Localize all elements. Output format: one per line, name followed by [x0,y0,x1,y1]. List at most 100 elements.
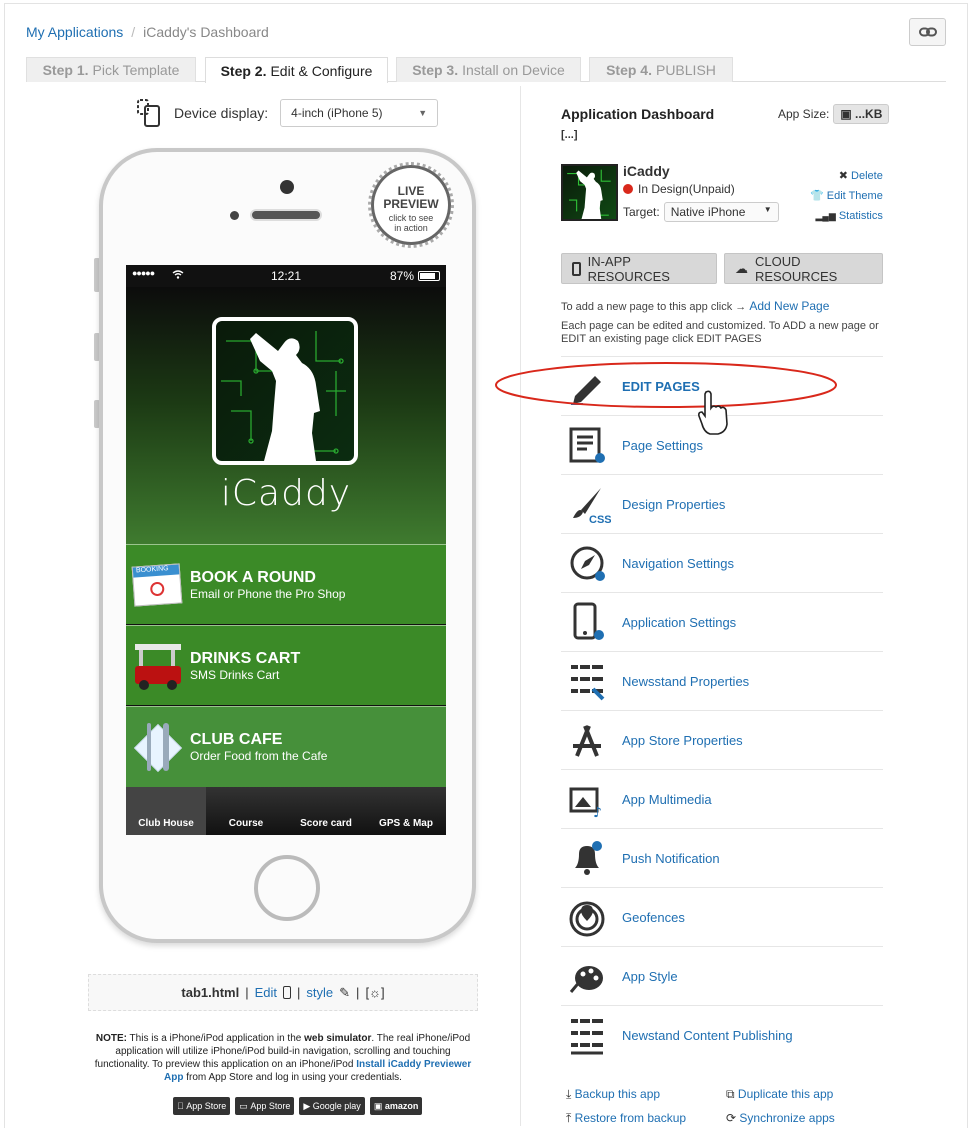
breadcrumb: My Applications / iCaddy's Dashboard [26,24,269,40]
svg-text:♪: ♪ [593,805,602,819]
menu-push-notification[interactable]: Push Notification [561,828,883,887]
app-tab-gps-map[interactable]: GPS & Map [366,787,446,835]
simulator-note: NOTE: This is a iPhone/iPod application … [94,1033,472,1083]
newsstand-icon [567,659,617,703]
app-size-label: App Size: [778,107,830,121]
app-info: iCaddy In Design(Unpaid) Target: Native i… [623,163,779,222]
live-preview-badge[interactable]: LIVE PREVIEW click to see in action [368,162,454,248]
help-text: To add a new page to this app click → Ad… [561,300,883,346]
phone-status-bar: ●●●●● 12:21 87% [126,265,446,287]
app-row-drinks-cart[interactable]: DRINKS CART SMS Drinks Cart [126,625,446,705]
live-preview-line3: click to see [388,213,434,223]
dashboard-title: Application Dashboard [561,106,715,122]
style-link[interactable]: style [306,985,333,1000]
menu-app-style[interactable]: App Style [561,946,883,1005]
phone-sensor [230,211,239,220]
menu-geofences[interactable]: Geofences [561,887,883,946]
app-tab-club-house[interactable]: Club House [126,787,206,835]
menu-navigation-settings[interactable]: Navigation Settings [561,533,883,592]
restore-backup-link[interactable]: Restore from backup [575,1111,686,1125]
calendar-icon: BOOKING [131,559,183,611]
app-hero: iCaddy [126,287,446,544]
dashboard-expand[interactable]: [...] [561,129,578,141]
golfer-silhouette-icon [567,169,611,219]
booking-label: BOOKING [132,564,180,578]
app-store-badge[interactable]:  App Store [173,1097,231,1115]
share-link-button[interactable] [909,18,946,46]
device-select[interactable]: 4-inch (iPhone 5) ▼ [280,99,439,127]
device-display-label: Device display: [174,105,269,121]
row-title: BOOK A ROUND [190,569,316,586]
menu-design-properties[interactable]: CSS Design Properties [561,474,883,533]
column-divider [520,86,521,1126]
app-store-badge-2[interactable]: ▭ App Store [235,1097,295,1115]
menu-app-multimedia[interactable]: ♪ App Multimedia [561,769,883,828]
highlight-ellipse [495,362,837,408]
newsstand-content-icon [567,1013,617,1057]
row-subtitle: Order Food from the Cafe [190,749,328,763]
tab-step-1[interactable]: Step 1. Pick Template [26,57,196,82]
separator: | [356,985,360,1000]
live-preview-line4: in action [394,223,428,233]
help-text-2: Each page can be edited and customized. … [561,320,879,345]
phone-camera [280,180,294,194]
tab-step-4[interactable]: Step 4. PUBLISH [589,57,733,82]
row-subtitle: Email or Phone the Pro Shop [190,587,346,601]
svg-text:CSS: CSS [589,514,611,524]
edit-file-link[interactable]: Edit [255,985,277,1000]
app-thumbnail [561,164,618,221]
google-play-badge[interactable]: ▶ Google play [299,1097,365,1115]
target-select[interactable]: Native iPhone ▼ [663,202,779,222]
live-preview-line2: PREVIEW [383,197,439,211]
dashboard-menu: EDIT PAGES Page Settings CSS Design Prope… [561,356,883,1064]
app-row-club-cafe[interactable]: CLUB CAFE Order Food from the Cafe [126,706,446,787]
close-icon: ✖ [838,170,848,182]
delete-app-link[interactable]: Delete [851,170,883,182]
menu-app-store-properties[interactable]: App Store Properties [561,710,883,769]
statistics-link[interactable]: Statistics [839,210,883,222]
palette-icon [567,954,617,998]
phone-speaker [250,209,322,221]
app-row-book-a-round[interactable]: BOOKING BOOK A ROUND Email or Phone the … [126,544,446,624]
app-actions: ✖ Delete 👕 Edit Theme ▂▄▆ Statistics [810,166,883,226]
link-icon [918,27,937,37]
cloud-resources-button[interactable]: ☁ CLOUD RESOURCES [724,253,883,284]
backup-links: ⤓ Backup this app ⧉ Duplicate this app ⤒… [566,1082,876,1130]
app-tab-bar: Club House Course Score card GPS & Map [126,787,446,835]
app-tab-score-card[interactable]: Score card [286,787,366,835]
page-settings-icon [567,423,617,467]
edit-theme-link[interactable]: Edit Theme [827,190,883,202]
amazon-badge[interactable]: ▣ amazon [369,1097,423,1115]
hand-pointer-icon [698,390,728,435]
multimedia-icon: ♪ [567,777,617,821]
bell-icon [567,836,617,880]
status-battery-percent: 87% [389,269,414,283]
mobile-icon [572,261,581,276]
add-new-page-link[interactable]: Add New Page [749,299,829,313]
rotate-device-icon[interactable] [136,98,162,128]
tab-step-2[interactable]: Step 2. Edit & Configure [205,57,388,83]
file-settings-link[interactable]: [☼] [365,985,384,1000]
in-app-resources-button[interactable]: IN-APP RESOURCES [561,253,717,284]
menu-newstand-content-publishing[interactable]: Newstand Content Publishing [561,1005,883,1064]
row-title: CLUB CAFE [190,731,283,748]
synchronize-apps-link[interactable]: Synchronize apps [739,1111,834,1125]
breadcrumb-my-applications[interactable]: My Applications [26,24,123,40]
golf-cart-icon [133,640,183,692]
duplicate-app-link[interactable]: Duplicate this app [738,1087,833,1101]
store-badges:  App Store ▭ App Store ▶ Google play ▣ … [173,1097,423,1115]
row-subtitle: SMS Drinks Cart [190,668,280,682]
app-screen-title: iCaddy [220,473,352,514]
pencil-icon: ✎ [339,984,351,1000]
device-select-value: 4-inch (iPhone 5) [291,106,383,120]
tab-step-3[interactable]: Step 3. Install on Device [396,57,581,82]
menu-application-settings[interactable]: Application Settings [561,592,883,651]
app-tab-course[interactable]: Course [206,787,286,835]
status-dot [623,184,633,194]
phone-home-button[interactable] [254,855,320,921]
bar-chart-icon: ▂▄▆ [815,211,836,221]
breadcrumb-separator: / [131,24,136,40]
backup-app-link[interactable]: Backup this app [575,1087,660,1101]
app-store-icon [567,718,617,762]
menu-newsstand-properties[interactable]: Newsstand Properties [561,651,883,710]
